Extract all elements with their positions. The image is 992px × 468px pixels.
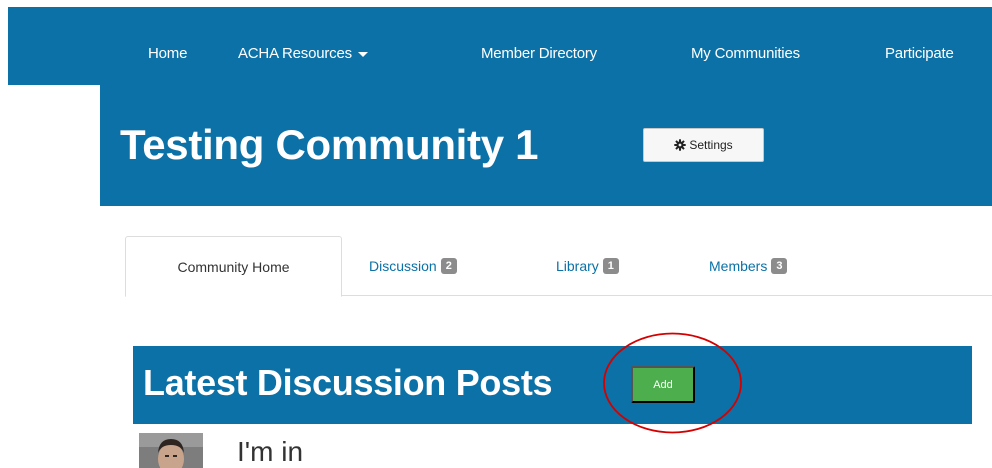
caret-down-icon	[357, 51, 368, 57]
nav-my-communities-link[interactable]: My Communities	[691, 45, 800, 62]
settings-button-label: Settings	[689, 138, 733, 152]
tab-label: Members	[709, 258, 768, 274]
add-post-button[interactable]: Add	[631, 366, 695, 403]
nav-home-link[interactable]: Home	[148, 45, 187, 62]
top-navigation-bar: Home ACHA Resources Member Directory My …	[8, 7, 992, 85]
settings-button[interactable]: Settings	[643, 128, 764, 162]
count-badge: 3	[771, 258, 788, 274]
tab-label: Community Home	[177, 258, 290, 275]
count-badge: 2	[440, 258, 457, 274]
tab-label: Discussion	[369, 258, 437, 274]
tab-discussion[interactable]: Discussion 2	[369, 236, 457, 296]
section-title: Latest Discussion Posts	[143, 362, 553, 403]
latest-posts-header: Latest Discussion Posts Add	[133, 346, 972, 424]
nav-participate-link[interactable]: Participate	[885, 45, 954, 62]
tab-members[interactable]: Members 3	[709, 236, 788, 296]
avatar[interactable]	[139, 433, 203, 468]
nav-acha-resources-label: ACHA Resources	[238, 45, 352, 62]
tab-community-home[interactable]: Community Home	[125, 236, 342, 297]
post-title-link[interactable]: I'm in	[237, 436, 303, 468]
community-banner: Testing Community 1 Settings	[100, 85, 992, 206]
user-photo-icon	[139, 433, 203, 468]
page-title: Testing Community 1	[120, 121, 539, 168]
nav-member-directory-link[interactable]: Member Directory	[481, 45, 597, 62]
tab-library[interactable]: Library 1	[556, 236, 619, 296]
nav-acha-resources-dropdown[interactable]: ACHA Resources	[238, 45, 368, 62]
gear-icon	[674, 139, 687, 151]
community-tabs: Community Home Discussion 2 Library 1 Memb…	[125, 236, 992, 297]
tab-label: Library	[556, 258, 599, 274]
count-badge: 1	[602, 258, 619, 274]
